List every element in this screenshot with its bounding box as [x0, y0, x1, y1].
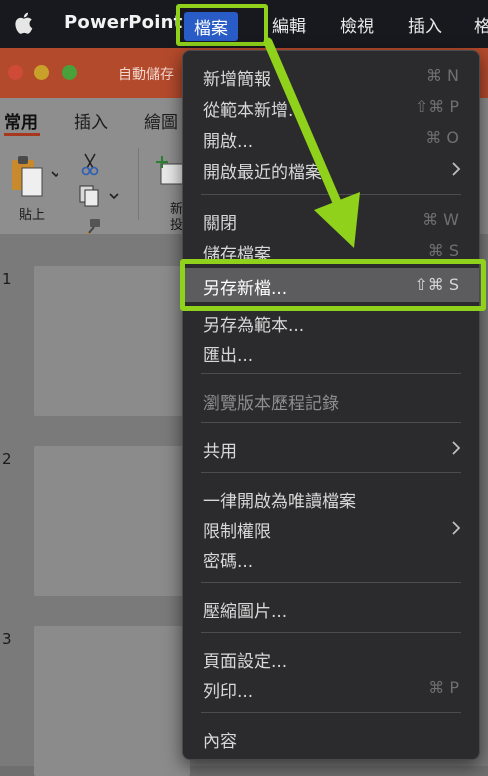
annotation-arrow-icon	[263, 37, 360, 248]
